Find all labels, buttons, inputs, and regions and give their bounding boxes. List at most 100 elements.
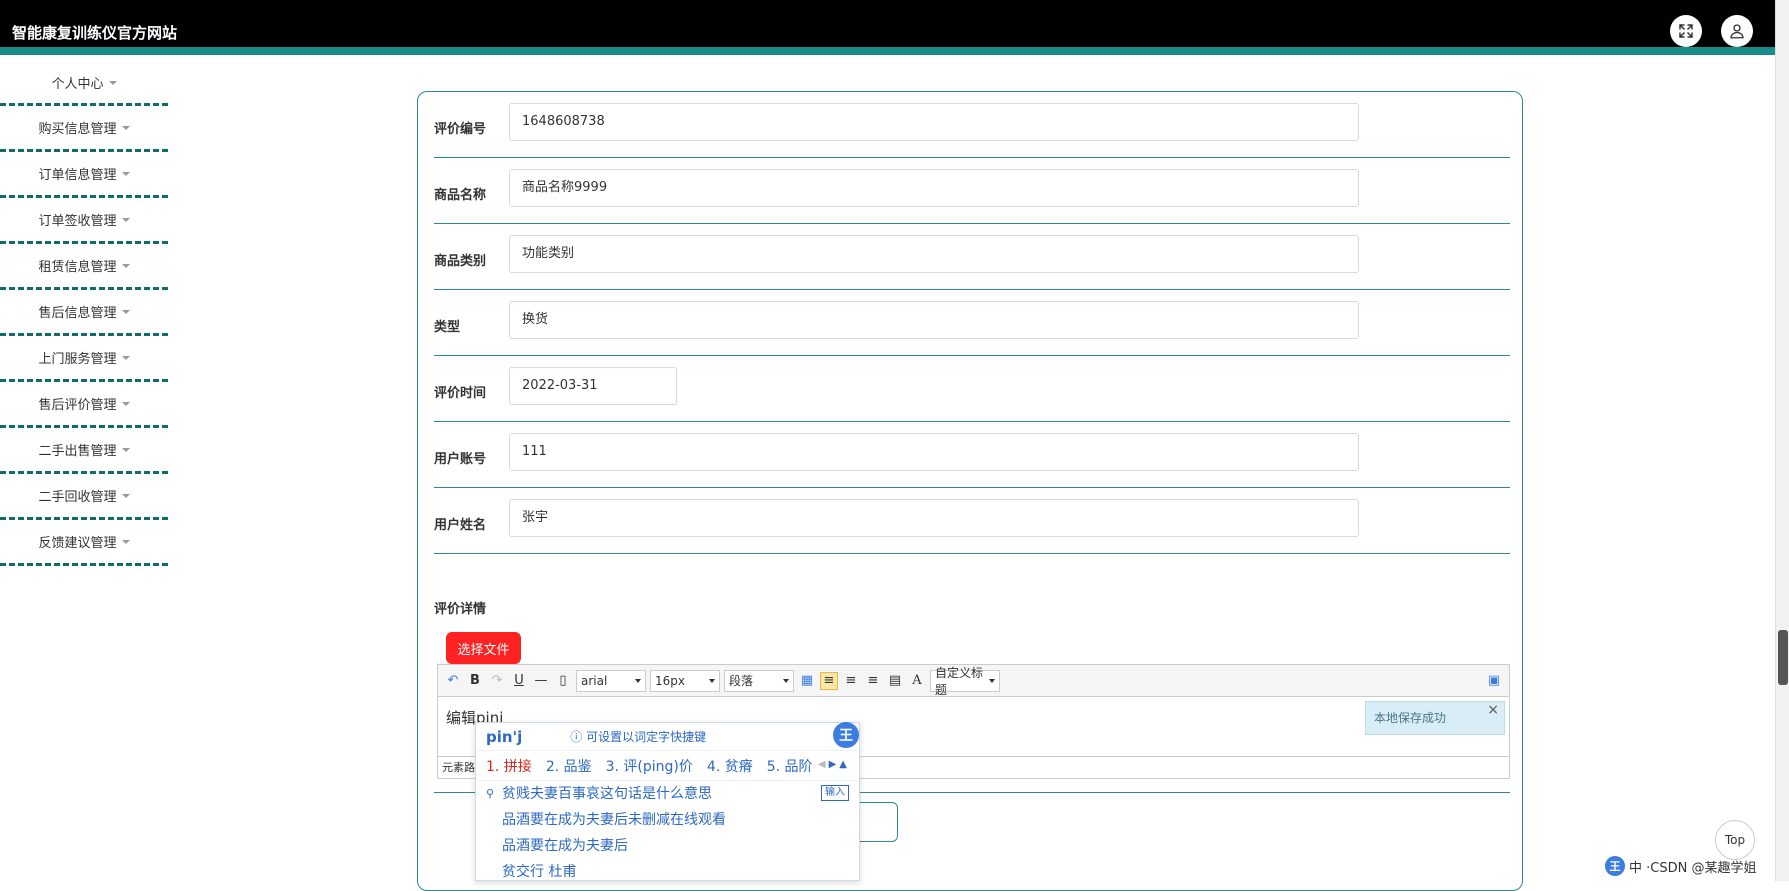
align-right-icon[interactable]: ≡ bbox=[842, 672, 860, 690]
sidebar-item-label: 二手回收管理 bbox=[38, 490, 117, 505]
paragraph-value: 段落 bbox=[729, 674, 754, 688]
expand-icon bbox=[1679, 24, 1693, 38]
custom-title-value: 自定义标题 bbox=[935, 665, 984, 697]
ime-candidate[interactable]: 3. 评(ping)价 bbox=[606, 756, 693, 776]
ime-candidate[interactable]: 2. 品鉴 bbox=[546, 756, 592, 776]
field-label: 商品类别 bbox=[434, 254, 487, 269]
sidebar-item-onsite-service[interactable]: 上门服务管理 bbox=[0, 336, 168, 382]
sidebar-item-order-receipt[interactable]: 订单签收管理 bbox=[0, 198, 168, 244]
ime-candidate[interactable]: 1. 拼接 bbox=[486, 756, 532, 776]
ime-tip: ⓘ 可设置以词定字快捷键 bbox=[570, 730, 707, 744]
form-row-product-name: 商品名称 商品名称9999 bbox=[434, 158, 1510, 224]
redo-icon[interactable]: ↷ bbox=[488, 672, 506, 690]
ime-candidate-row: 1. 拼接 2. 品鉴 3. 评(ping)价 4. 贫瘠 5. 品阶 bbox=[476, 751, 859, 781]
sidebar-item-second-hand-recycle[interactable]: 二手回收管理 bbox=[0, 474, 168, 520]
field-label: 用户姓名 bbox=[434, 518, 487, 533]
user-menu-button[interactable] bbox=[1721, 15, 1753, 47]
ime-suggestion[interactable]: 贫交行 杜甫 bbox=[476, 859, 859, 885]
form-row-type: 类型 换货 bbox=[434, 290, 1510, 356]
ime-candidate[interactable]: 5. 品阶 bbox=[767, 756, 813, 776]
scrollbar-thumb[interactable] bbox=[1778, 630, 1788, 685]
dropdown-arrow-icon bbox=[635, 678, 641, 683]
user-icon bbox=[1730, 24, 1744, 39]
form-row-review-time: 评价时间 2022-03-31 bbox=[434, 356, 1510, 422]
form-row-product-category: 商品类别 功能类别 bbox=[434, 224, 1510, 290]
sidebar-item-second-hand-sale[interactable]: 二手出售管理 bbox=[0, 428, 168, 474]
user-name-input[interactable]: 张宇 bbox=[509, 499, 1359, 537]
sidebar-item-feedback[interactable]: 反馈建议管理 bbox=[0, 520, 168, 566]
font-family-select[interactable]: arial bbox=[576, 669, 646, 692]
choose-file-button[interactable]: 选择文件 bbox=[446, 632, 521, 664]
ime-suggestion[interactable]: 品酒要在成为夫妻后未删减在线观看 bbox=[476, 807, 859, 833]
sidebar: 个人中心 购买信息管理 订单信息管理 订单签收管理 租赁信息管理 售后信息管理 … bbox=[0, 62, 168, 566]
paragraph-select[interactable]: 段落 bbox=[724, 669, 794, 692]
align-center-icon[interactable]: ≡ bbox=[864, 672, 882, 690]
ime-input-tag[interactable]: 输入 bbox=[821, 785, 849, 801]
review-detail-label: 评价详情 bbox=[434, 602, 487, 617]
form-row-user-account: 用户账号 111 bbox=[434, 422, 1510, 488]
ime-logo-icon: 王 bbox=[833, 722, 859, 748]
review-time-input[interactable]: 2022-03-31 bbox=[509, 367, 677, 405]
prev-page-icon[interactable]: ◀ bbox=[818, 759, 826, 770]
expand-candidates-icon[interactable]: ▲ bbox=[839, 759, 847, 770]
sidebar-item-orders[interactable]: 订单信息管理 bbox=[0, 152, 168, 198]
bold-icon[interactable]: B bbox=[466, 672, 484, 690]
local-save-toast: 本地保存成功 × bbox=[1365, 701, 1505, 735]
save-toast-text: 本地保存成功 bbox=[1374, 711, 1447, 725]
ime-tray-icon: 王 bbox=[1605, 856, 1625, 876]
taskbar-watermark: 王 中 ·CSDN @某趣学姐 bbox=[1605, 855, 1770, 877]
caret-down-icon bbox=[121, 401, 130, 406]
sidebar-item-after-sales-review[interactable]: 售后评价管理 bbox=[0, 382, 168, 428]
font-size-select[interactable]: 16px bbox=[650, 669, 720, 692]
underline-icon[interactable]: U bbox=[510, 672, 528, 690]
document-icon[interactable]: ▯ bbox=[554, 672, 572, 690]
product-category-input[interactable]: 功能类别 bbox=[509, 235, 1359, 273]
preview-icon[interactable]: ▣ bbox=[1485, 672, 1503, 690]
align-justify-icon[interactable]: ▤ bbox=[886, 672, 904, 690]
undo-icon[interactable]: ↶ bbox=[444, 672, 462, 690]
sidebar-item-purchase[interactable]: 购买信息管理 bbox=[0, 106, 168, 152]
page-scrollbar[interactable] bbox=[1775, 0, 1789, 881]
site-title: 智能康复训练仪官方网站 bbox=[12, 24, 178, 42]
font-family-value: arial bbox=[581, 673, 608, 688]
sidebar-item-personal-center[interactable]: 个人中心 bbox=[0, 62, 168, 106]
user-account-input[interactable]: 111 bbox=[509, 433, 1359, 471]
ime-suggestion[interactable]: ⚲ 贫贱夫妻百事哀这句话是什么意思 bbox=[476, 781, 859, 807]
horizontal-rule-icon[interactable]: — bbox=[532, 672, 550, 690]
sidebar-item-label: 反馈建议管理 bbox=[38, 536, 117, 551]
ime-candidate[interactable]: 4. 贫瘠 bbox=[707, 756, 753, 776]
ime-candidate-popup: pin'j ⓘ 可设置以词定字快捷键 1. 拼接 2. 品鉴 3. 评(ping… bbox=[475, 722, 860, 881]
fullscreen-button[interactable] bbox=[1670, 15, 1702, 47]
product-name-input[interactable]: 商品名称9999 bbox=[509, 169, 1359, 207]
next-page-icon[interactable]: ▶ bbox=[829, 759, 837, 770]
dropdown-arrow-icon bbox=[709, 678, 715, 683]
type-input[interactable]: 换货 bbox=[509, 301, 1359, 339]
editor-toolbar: ↶ B ↷ U — ▯ arial 16px 段落 ▦ ≡ ≡ ≡ ▤ A 自定… bbox=[438, 665, 1509, 697]
ime-composition: pin'j bbox=[486, 727, 523, 746]
align-left-icon[interactable]: ≡ bbox=[820, 671, 838, 690]
sidebar-item-label: 订单信息管理 bbox=[38, 168, 117, 183]
ime-suggestion[interactable]: 品酒要在成为夫妻后 bbox=[476, 833, 859, 859]
sidebar-item-label: 订单签收管理 bbox=[38, 214, 117, 229]
table-icon[interactable]: ▦ bbox=[798, 672, 816, 690]
caret-down-icon bbox=[121, 447, 130, 452]
field-label: 用户账号 bbox=[434, 452, 487, 467]
caret-down-icon bbox=[121, 539, 130, 544]
ime-suggestion-text: 贫贱夫妻百事哀这句话是什么意思 bbox=[502, 786, 712, 802]
sidebar-item-label: 售后信息管理 bbox=[38, 306, 117, 321]
form-row-user-name: 用户姓名 张宇 bbox=[434, 488, 1510, 554]
back-to-top-button[interactable]: Top bbox=[1715, 820, 1755, 860]
sidebar-item-label: 个人中心 bbox=[51, 77, 104, 92]
form-row-review-id: 评价编号 1648608738 bbox=[434, 92, 1510, 158]
caret-down-icon bbox=[121, 217, 130, 222]
sidebar-item-rental[interactable]: 租赁信息管理 bbox=[0, 244, 168, 290]
ime-tip-text: 可设置以词定字快捷键 bbox=[586, 730, 707, 744]
review-id-input[interactable]: 1648608738 bbox=[509, 103, 1359, 141]
font-color-icon[interactable]: A bbox=[908, 672, 926, 690]
custom-title-select[interactable]: 自定义标题 bbox=[930, 666, 1000, 697]
sidebar-item-after-sales[interactable]: 售后信息管理 bbox=[0, 290, 168, 336]
caret-down-icon bbox=[121, 309, 130, 314]
caret-down-icon bbox=[121, 125, 130, 130]
dropdown-arrow-icon bbox=[989, 678, 995, 683]
close-icon[interactable]: × bbox=[1487, 694, 1499, 726]
